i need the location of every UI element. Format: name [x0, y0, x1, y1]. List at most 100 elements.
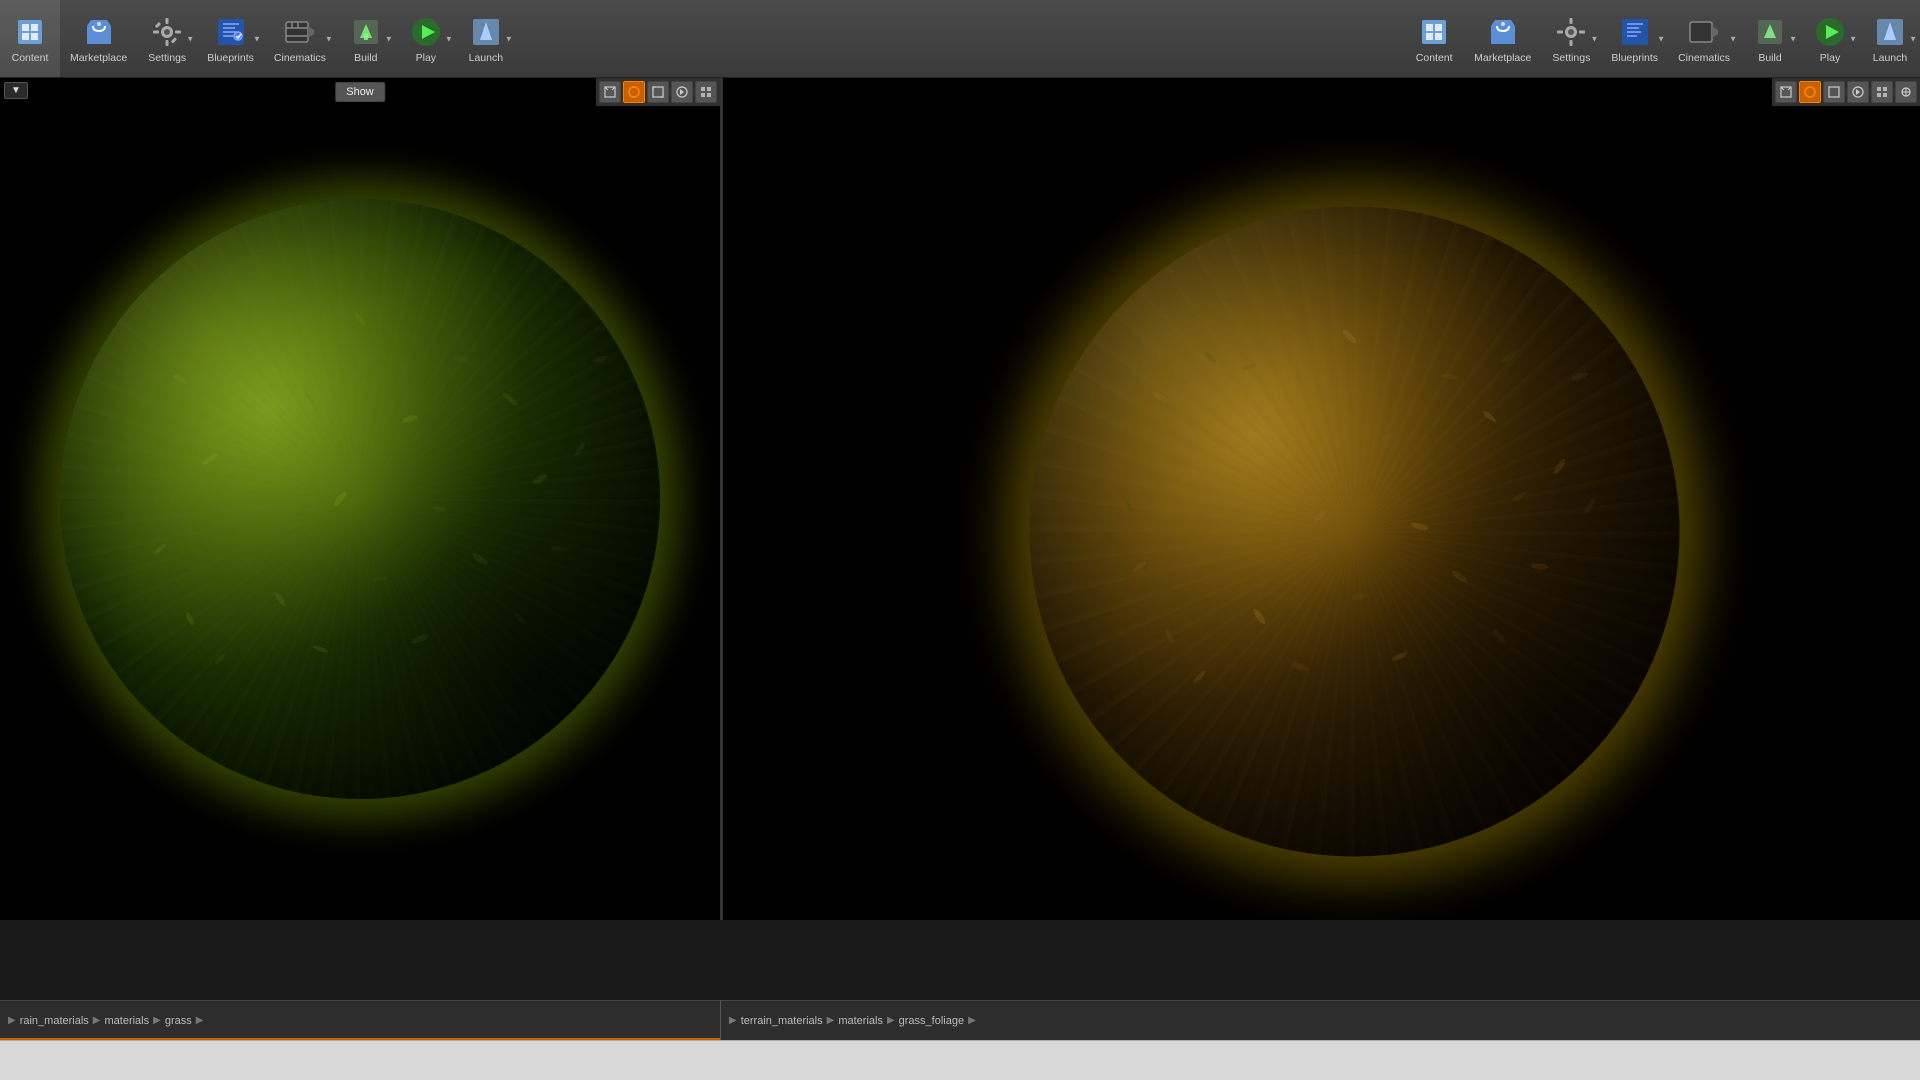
content2-icon — [1416, 14, 1452, 50]
sphere-left-glow — [60, 199, 660, 799]
viewport-left-top-controls: ▼ — [4, 82, 28, 99]
cinematics2-icon — [1686, 14, 1722, 50]
content-icon — [12, 14, 48, 50]
toolbar-btn-cinematics2[interactable]: Cinematics ▼ — [1668, 0, 1740, 77]
toolbar-btn-content[interactable]: Content — [0, 0, 60, 77]
toolbar-btn-cinematics[interactable]: Cinematics ▼ — [264, 0, 336, 77]
breadcrumb-bar-right: ▶ terrain_materials ▶ materials ▶ grass_… — [720, 1000, 1920, 1040]
toolbar-btn-launch2[interactable]: Launch ▼ — [1860, 0, 1920, 77]
toolbar-btn-content2[interactable]: Content — [1404, 0, 1464, 77]
toolbar-left-section: Content Marketplace — [0, 0, 516, 77]
breadcrumb-bar-left: ▶ rain_materials ▶ materials ▶ grass ▶ — [0, 1000, 720, 1040]
toolbar-btn-blueprints2[interactable]: Blueprints ▼ — [1601, 0, 1668, 77]
cinematics2-dropdown-icon: ▼ — [1729, 34, 1737, 43]
marketplace2-label: Marketplace — [1474, 52, 1531, 64]
breadcrumb-left-item-3[interactable]: grass — [165, 1015, 192, 1027]
viewport-left: ▼ Show — [0, 78, 720, 920]
launch2-dropdown-icon: ▼ — [1909, 34, 1917, 43]
viewport-left-view-label[interactable]: ▼ — [4, 82, 28, 99]
play-dropdown-icon: ▼ — [445, 34, 453, 43]
content-label: Content — [12, 52, 49, 64]
vp2-extra-icon[interactable] — [1895, 81, 1917, 103]
breadcrumb-left-arrow-1: ▶ — [93, 1015, 101, 1026]
toolbar-btn-build[interactable]: Build ▼ — [336, 0, 396, 77]
settings2-icon — [1553, 14, 1589, 50]
settings2-label: Settings — [1552, 52, 1590, 64]
toolbar-btn-play2[interactable]: Play ▼ — [1800, 0, 1860, 77]
launch-icon — [468, 14, 504, 50]
breadcrumb-right-arrow-3: ▶ — [968, 1015, 976, 1026]
vp-grid-icon[interactable] — [695, 81, 717, 103]
show-button[interactable]: Show — [335, 82, 385, 102]
settings2-dropdown-icon: ▼ — [1590, 34, 1598, 43]
toolbar-btn-play[interactable]: Play ▼ — [396, 0, 456, 77]
blueprints-icon — [213, 14, 249, 50]
launch-dropdown-icon: ▼ — [505, 34, 513, 43]
breadcrumb-right-item-1[interactable]: terrain_materials — [741, 1015, 823, 1027]
toolbar-btn-blueprints[interactable]: Blueprints ▼ — [197, 0, 264, 77]
sphere-right — [1029, 207, 1679, 857]
play2-icon — [1812, 14, 1848, 50]
marketplace2-icon — [1485, 14, 1521, 50]
play-icon — [408, 14, 444, 50]
vp-perspective-icon[interactable] — [599, 81, 621, 103]
play2-dropdown-icon: ▼ — [1849, 34, 1857, 43]
cinematics-label: Cinematics — [274, 52, 326, 64]
cinematics2-label: Cinematics — [1678, 52, 1730, 64]
blueprints2-dropdown-icon: ▼ — [1657, 34, 1665, 43]
vp-realtime-icon[interactable] — [671, 81, 693, 103]
play2-label: Play — [1820, 52, 1840, 64]
sphere-left — [60, 199, 660, 799]
marketplace-label: Marketplace — [70, 52, 127, 64]
build-dropdown-icon: ▼ — [385, 34, 393, 43]
cinematics-icon — [282, 14, 318, 50]
blueprints2-label: Blueprints — [1611, 52, 1658, 64]
build2-dropdown-icon: ▼ — [1789, 34, 1797, 43]
breadcrumb-right-item-2[interactable]: materials — [838, 1015, 883, 1027]
settings-icon — [149, 14, 185, 50]
build2-icon — [1752, 14, 1788, 50]
breadcrumb-right-arrow-1: ▶ — [827, 1015, 835, 1026]
build-icon — [348, 14, 384, 50]
content2-label: Content — [1416, 52, 1453, 64]
toolbar-btn-settings2[interactable]: Settings ▼ — [1541, 0, 1601, 77]
breadcrumb-left-arrow-3: ▶ — [196, 1015, 204, 1026]
breadcrumb-right-arrow-2: ▶ — [887, 1015, 895, 1026]
breadcrumb-left-arrow-2: ▶ — [153, 1015, 161, 1026]
vp2-grid-icon[interactable] — [1871, 81, 1893, 103]
breadcrumb-left-item-2[interactable]: materials — [105, 1015, 150, 1027]
breadcrumb-left-item-1[interactable]: rain_materials — [20, 1015, 89, 1027]
marketplace-icon — [81, 14, 117, 50]
white-bottom-bar — [0, 1040, 1920, 1080]
toolbar-btn-marketplace[interactable]: Marketplace — [60, 0, 137, 77]
breadcrumb-right-item-3[interactable]: grass_foliage — [899, 1015, 964, 1027]
sphere-right-glow — [1029, 207, 1679, 857]
settings-dropdown-icon: ▼ — [186, 34, 194, 43]
vp2-lit-icon[interactable] — [1799, 81, 1821, 103]
main-toolbar: Content Marketplace — [0, 0, 1920, 78]
play-label: Play — [416, 52, 436, 64]
build-label: Build — [354, 52, 377, 64]
vp2-maximize-icon[interactable] — [1823, 81, 1845, 103]
launch2-icon — [1872, 14, 1908, 50]
settings-label: Settings — [148, 52, 186, 64]
blueprints2-icon — [1617, 14, 1653, 50]
viewport-right-controls — [1772, 78, 1920, 106]
toolbar-btn-build2[interactable]: Build ▼ — [1740, 0, 1800, 77]
vp2-perspective-icon[interactable] — [1775, 81, 1797, 103]
viewport-left-controls — [596, 78, 720, 106]
vp-maximize-icon[interactable] — [647, 81, 669, 103]
toolbar-btn-settings[interactable]: Settings ▼ — [137, 0, 197, 77]
launch2-label: Launch — [1873, 52, 1907, 64]
blueprints-label: Blueprints — [207, 52, 254, 64]
vp2-realtime-icon[interactable] — [1847, 81, 1869, 103]
build2-label: Build — [1758, 52, 1781, 64]
toolbar-btn-marketplace2[interactable]: Marketplace — [1464, 0, 1541, 77]
toolbar-btn-launch[interactable]: Launch ▼ — [456, 0, 516, 77]
toolbar-right-section: Content Marketplace — [1404, 0, 1920, 77]
cinematics-dropdown-icon: ▼ — [325, 34, 333, 43]
vp-lit-icon[interactable] — [623, 81, 645, 103]
viewport-area: ▼ Show — [0, 78, 1920, 1000]
launch-label: Launch — [469, 52, 503, 64]
breadcrumb-left-prefix-arrow: ▶ — [8, 1015, 16, 1026]
